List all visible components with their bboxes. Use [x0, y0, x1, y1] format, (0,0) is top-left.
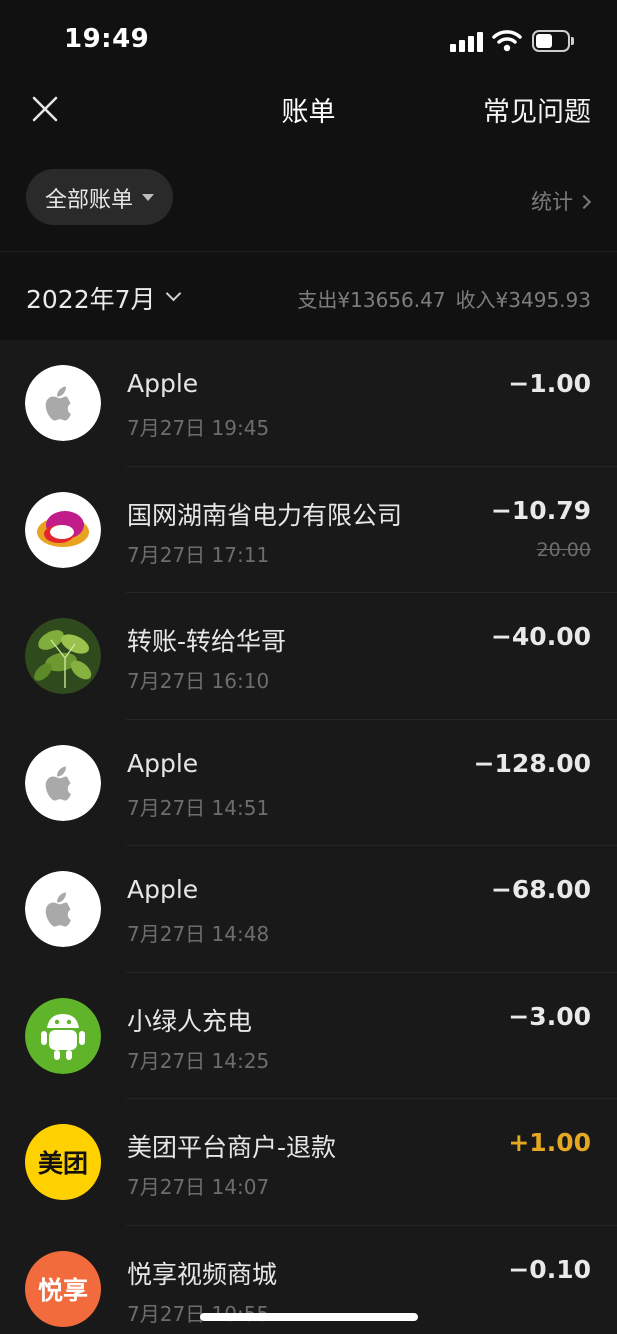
status-bar: 19:49: [0, 0, 617, 80]
state-grid-logo: [25, 491, 101, 568]
bill-filter-label: 全部账单: [45, 188, 134, 213]
month-summary: 支出¥13656.47 收入¥3495.93: [287, 284, 591, 313]
battery-icon: [532, 30, 574, 52]
caret-down-icon: [142, 194, 154, 201]
cellular-signal-icon: [450, 30, 484, 52]
transaction-row[interactable]: Apple 7月27日 14:51 −128.00: [0, 720, 617, 846]
transaction-name: 国网湖南省电力有限公司: [127, 500, 403, 530]
transaction-amount: −68.00: [490, 875, 591, 904]
transaction-amount: −3.00: [508, 1001, 591, 1031]
yuexiang-logo-text: 悦享: [37, 1275, 88, 1305]
transaction-amount: −128.00: [473, 748, 591, 778]
transaction-row[interactable]: 小绿人充电 7月27日 14:25 −3.00: [0, 973, 617, 1099]
filter-row: 全部账单 统计: [0, 144, 617, 252]
apple-icon: [25, 871, 101, 947]
transaction-time: 7月27日 14:25: [127, 1048, 270, 1073]
transaction-time: 7月27日 19:45: [127, 416, 270, 440]
transaction-name: Apple: [127, 748, 199, 778]
transaction-name: 转账-转给华哥: [127, 627, 287, 656]
apple-icon: [25, 744, 101, 821]
chevron-right-icon: [576, 194, 592, 210]
transaction-name: 小绿人充电: [127, 1006, 253, 1036]
transaction-time: 7月27日 17:11: [127, 542, 270, 567]
original-amount: 20.00: [536, 538, 591, 561]
transaction-name: Apple: [127, 875, 199, 904]
transaction-name: 美团平台商户-退款: [127, 1133, 337, 1162]
month-expense: 支出¥13656.47: [297, 288, 446, 312]
transaction-time: 7月27日 14:48: [127, 922, 270, 946]
month-header: 2022年7月 支出¥13656.47 收入¥3495.93: [0, 252, 617, 340]
transaction-row[interactable]: Apple 7月27日 19:45 −1.00: [0, 340, 617, 467]
transaction-time: 7月27日 14:51: [127, 795, 270, 820]
transaction-row[interactable]: Apple 7月27日 14:48 −68.00: [0, 846, 617, 973]
transaction-name: Apple: [127, 369, 199, 398]
apple-icon: [25, 365, 101, 441]
transaction-amount: +1.00: [508, 1128, 591, 1157]
user-avatar-plant: [25, 618, 101, 694]
transaction-row[interactable]: 美团 美团平台商户-退款 7月27日 14:07 +1.00: [0, 1099, 617, 1226]
transaction-time: 7月27日 14:07: [127, 1175, 270, 1199]
nav-bar: 账单 常见问题: [0, 80, 617, 144]
transaction-list: Apple 7月27日 19:45 −1.00 国网湖南省电力有限公司 7月27…: [0, 340, 617, 1334]
meituan-logo: 美团: [25, 1124, 101, 1200]
wifi-icon: [492, 30, 522, 52]
home-indicator[interactable]: [200, 1313, 418, 1321]
transaction-amount: −40.00: [490, 622, 591, 651]
green-robot-logo: [25, 997, 101, 1074]
transaction-time: 7月27日 10:55: [127, 1301, 270, 1326]
transaction-time: 7月27日 16:10: [127, 669, 270, 693]
stats-link[interactable]: 统计: [531, 186, 592, 216]
transaction-row[interactable]: 国网湖南省电力有限公司 7月27日 17:11 −10.79 20.00: [0, 467, 617, 593]
transaction-name: 悦享视频商城: [127, 1259, 278, 1289]
stats-label: 统计: [531, 190, 573, 214]
month-selector[interactable]: 2022年7月: [26, 280, 156, 316]
transaction-amount: −10.79: [490, 495, 591, 525]
meituan-logo-text: 美团: [37, 1149, 88, 1178]
transaction-amount: −1.00: [508, 369, 591, 398]
chevron-down-icon[interactable]: [165, 285, 182, 302]
transaction-row[interactable]: 转账-转给华哥 7月27日 16:10 −40.00: [0, 593, 617, 720]
month-income: 收入¥3495.93: [455, 288, 591, 312]
yuexiang-logo: 悦享: [25, 1250, 101, 1327]
bill-filter-dropdown[interactable]: 全部账单: [26, 169, 173, 225]
faq-link[interactable]: 常见问题: [483, 90, 591, 129]
transaction-amount: −0.10: [508, 1254, 591, 1284]
status-time: 19:49: [64, 24, 150, 54]
